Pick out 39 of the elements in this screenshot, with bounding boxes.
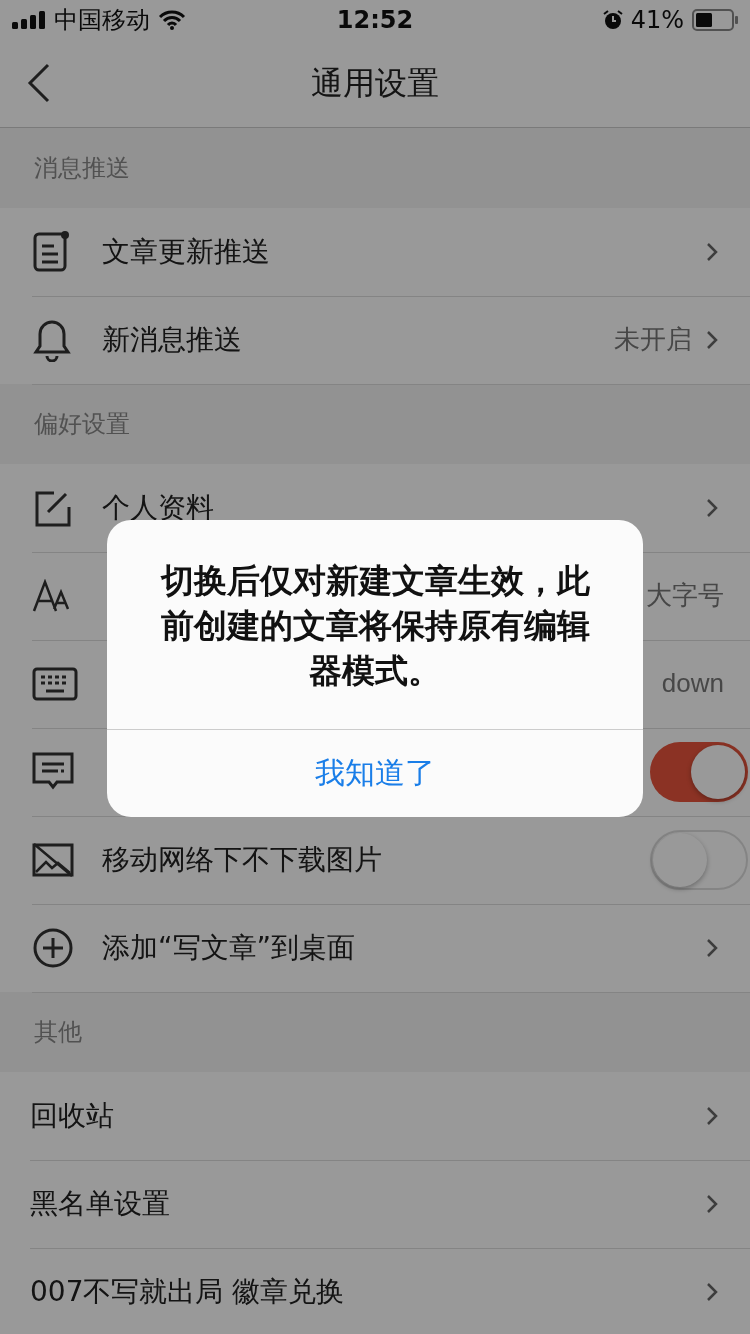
chevron-icon (706, 241, 718, 262)
setting-value: down (661, 668, 724, 699)
section-header: 偏好设置 (33, 409, 131, 440)
toggle-switch[interactable] (650, 829, 748, 890)
page-title: 通用设置 (311, 62, 439, 104)
back-icon[interactable] (26, 62, 52, 104)
setting-label: 添加“写文章”到桌面 (102, 929, 356, 966)
signal-icon (12, 11, 46, 29)
toggle-switch[interactable] (650, 741, 748, 802)
setting-value: 大字号 (646, 579, 724, 612)
setting-value: 未开启 (614, 323, 692, 356)
add-icon (32, 926, 74, 969)
setting-label: 移动网络下不下载图片 (102, 841, 383, 878)
setting-label: 文章更新推送 (102, 233, 271, 270)
battery-icon (692, 9, 738, 31)
chevron-icon (706, 1281, 718, 1302)
document-icon (32, 229, 72, 274)
confirm-button[interactable]: 我知道了 (107, 729, 643, 817)
section-header: 消息推送 (33, 153, 131, 184)
chevron-icon (706, 497, 718, 518)
wifi-icon (158, 10, 186, 30)
clock-time: 12:52 (336, 6, 414, 34)
no-image-icon (32, 841, 74, 878)
keyboard-icon (32, 666, 78, 701)
dialog-message: 切换后仅对新建文章生效，此前创建的文章将保持原有编辑器模式。 (159, 560, 591, 692)
setting-label: 回收站 (30, 1097, 115, 1134)
setting-label: 007不写就出局 徽章兑换 (30, 1273, 346, 1310)
battery-percent: 41% (630, 6, 684, 34)
chevron-icon (706, 937, 718, 958)
chevron-icon (706, 1193, 718, 1214)
chevron-icon (706, 329, 718, 350)
alarm-icon (602, 10, 623, 30)
chevron-icon (706, 1105, 718, 1126)
setting-label: 黑名单设置 (30, 1185, 171, 1222)
section-header: 其他 (33, 1017, 83, 1048)
setting-label: 个人资料 (102, 489, 215, 526)
carrier-name: 中国移动 (54, 5, 150, 36)
setting-label: 新消息推送 (102, 321, 243, 358)
comment-icon (32, 751, 74, 792)
